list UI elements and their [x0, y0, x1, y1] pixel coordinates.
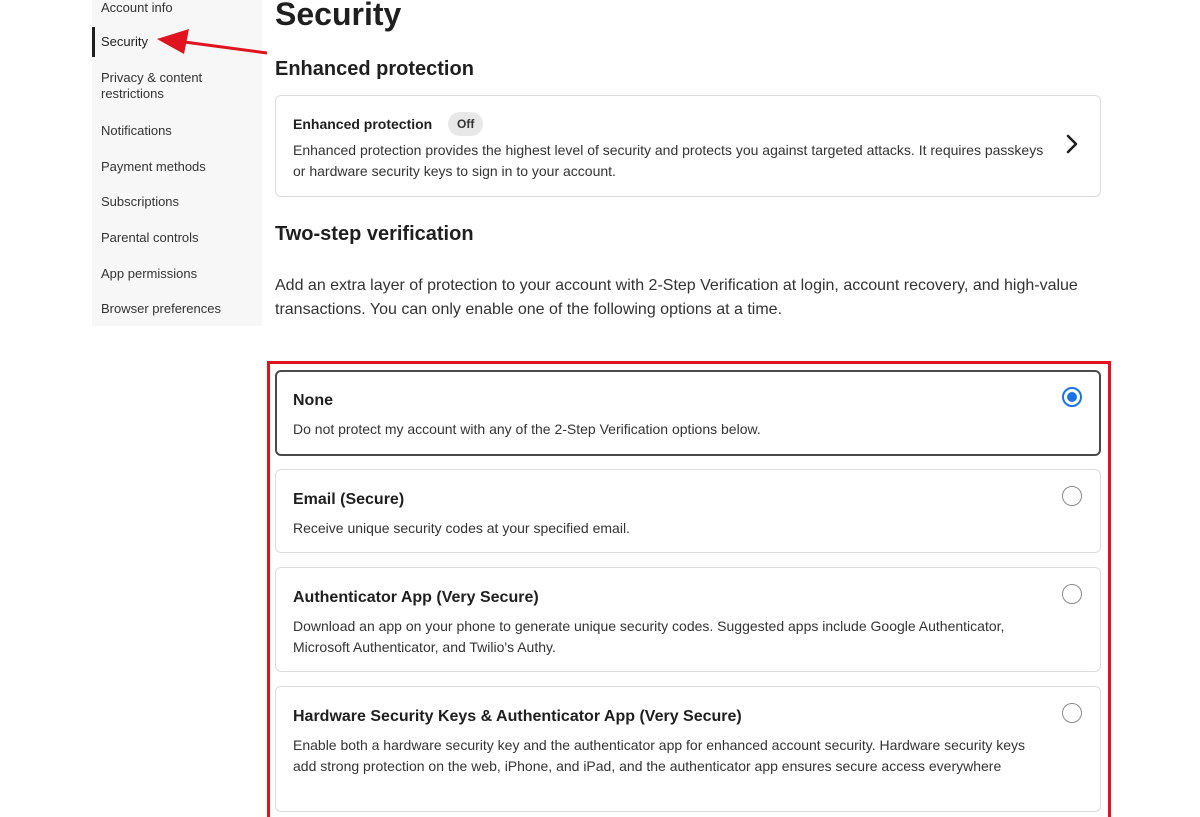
sidebar-item-subscriptions[interactable]: Subscriptions: [92, 194, 262, 210]
security-settings-page: Account info Security Privacy & content …: [0, 0, 1200, 817]
enhanced-protection-heading: Enhanced protection: [275, 58, 474, 80]
option-description: Download an app on your phone to generat…: [293, 618, 1005, 655]
radio-none[interactable]: [1062, 387, 1082, 407]
radio-hardware-keys[interactable]: [1062, 703, 1082, 723]
enhanced-protection-title: Enhanced protection: [293, 116, 433, 132]
option-hardware-keys[interactable]: Hardware Security Keys & Authenticator A…: [275, 686, 1101, 812]
sidebar-item-app-permissions[interactable]: App permissions: [92, 266, 262, 282]
sidebar-item-browser-preferences[interactable]: Browser preferences: [92, 301, 262, 317]
sidebar-item-account-info[interactable]: Account info: [92, 0, 262, 16]
status-badge: Off: [448, 112, 484, 136]
annotation-arrow-icon: [157, 29, 268, 55]
enhanced-protection-description: Enhanced protection provides the highest…: [293, 142, 1044, 179]
option-title: Authenticator App (Very Secure): [293, 589, 539, 606]
radio-email[interactable]: [1062, 486, 1082, 506]
enhanced-protection-card[interactable]: Enhanced protection Off Enhanced protect…: [275, 95, 1101, 197]
chevron-right-icon: [1066, 134, 1078, 154]
page-title: Security: [275, 0, 402, 32]
two-step-intro: Add an extra layer of protection to your…: [275, 277, 1078, 318]
option-none[interactable]: None Do not protect my account with any …: [275, 370, 1101, 456]
option-email[interactable]: Email (Secure) Receive unique security c…: [275, 469, 1101, 553]
option-description: Do not protect my account with any of th…: [293, 421, 761, 437]
sidebar-item-notifications[interactable]: Notifications: [92, 123, 262, 139]
option-authenticator-app[interactable]: Authenticator App (Very Secure) Download…: [275, 567, 1101, 672]
sidebar-item-privacy[interactable]: Privacy & content restrictions: [92, 70, 242, 102]
sidebar-item-parental-controls[interactable]: Parental controls: [92, 230, 262, 246]
option-title: Email (Secure): [293, 491, 405, 508]
option-title: None: [293, 392, 333, 409]
two-step-heading: Two-step verification: [275, 223, 474, 245]
option-title: Hardware Security Keys & Authenticator A…: [293, 708, 742, 725]
option-description: Receive unique security codes at your sp…: [293, 520, 630, 536]
sidebar-item-payment-methods[interactable]: Payment methods: [92, 159, 262, 175]
radio-authenticator-app[interactable]: [1062, 584, 1082, 604]
option-description: Enable both a hardware security key and …: [293, 737, 1026, 774]
